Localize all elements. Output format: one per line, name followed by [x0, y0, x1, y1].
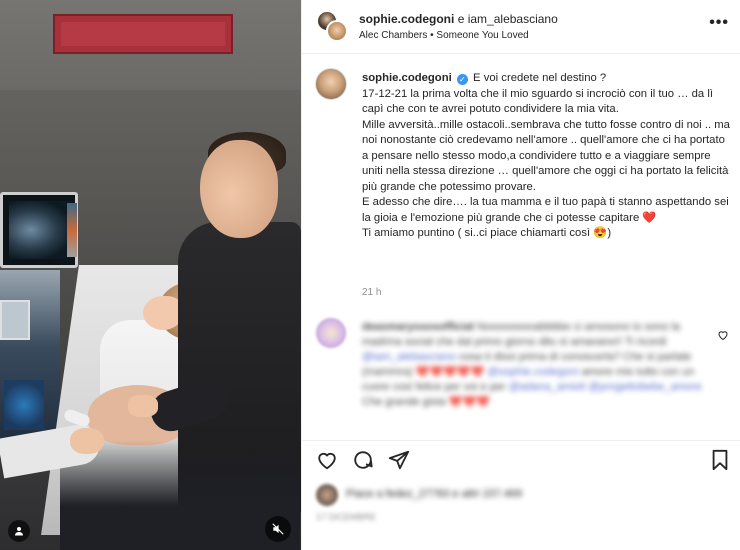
- wall-poster: [53, 14, 233, 54]
- collab-joiner: e: [457, 12, 465, 26]
- mention-link[interactable]: @adana_amioli @progettobebe_amore: [509, 381, 702, 393]
- likes-count[interactable]: Piace a fedez_27783 e altri 157.469: [346, 488, 522, 500]
- caption-line: E adesso che dire…. la tua mamma e il tu…: [362, 196, 729, 224]
- avatar[interactable]: [316, 318, 346, 348]
- verified-badge-icon: ✓: [456, 74, 468, 85]
- heart-outline-icon[interactable]: [316, 449, 340, 473]
- comment-item: deasmaryssosofficial Nooooooooabbbbe ci …: [302, 310, 740, 435]
- post-authors: sophie.codegoni e iam_alebasciano: [359, 12, 558, 26]
- caption-line: 17-12-21 la prima volta che il mio sguar…: [362, 87, 713, 116]
- user-tag-icon[interactable]: [8, 520, 30, 542]
- share-icon[interactable]: [388, 449, 412, 473]
- heart-outline-icon[interactable]: [717, 328, 729, 346]
- ultrasound-monitor: [0, 192, 78, 268]
- comment-icon[interactable]: [352, 449, 376, 473]
- muted-speaker-icon[interactable]: [265, 516, 291, 542]
- more-horizontal-icon[interactable]: •••: [709, 14, 729, 32]
- comment-text: deasmaryssosofficial Nooooooooabbbbe ci …: [362, 320, 702, 410]
- bookmark-icon[interactable]: [709, 449, 733, 473]
- comment-username[interactable]: deasmaryssosofficial: [362, 321, 474, 333]
- mention-link[interactable]: @iam_alebasciano: [362, 351, 456, 363]
- caption-text: sophie.codegoni ✓ E voi credete nel dest…: [362, 71, 732, 242]
- woman-face: [143, 296, 183, 330]
- doctor-hand: [70, 428, 104, 454]
- mention-link[interactable]: @sophie.codegoni: [487, 366, 578, 378]
- avatar[interactable]: [326, 20, 348, 42]
- post-caption: sophie.codegoni ✓ E voi credete nel dest…: [302, 55, 740, 305]
- avatar[interactable]: [316, 69, 346, 99]
- collab-avatars[interactable]: [316, 10, 350, 44]
- caption-line: Mille avversità..mille ostacoli..sembrav…: [362, 118, 730, 193]
- post-timestamp: 21 h: [362, 287, 382, 298]
- hand: [128, 395, 158, 417]
- post-date: 17 DICEMBRE: [316, 512, 377, 522]
- audio-attribution[interactable]: Alec Chambers • Someone You Loved: [359, 30, 529, 41]
- caption-line: Ti amiamo puntino ( si..ci piace chiamar…: [362, 227, 612, 239]
- caption-line: E voi credete nel destino ?: [473, 72, 607, 84]
- comment-fragment: Che grande gioia: [362, 396, 449, 408]
- post-header: sophie.codegoni e iam_alebasciano Alec C…: [302, 0, 740, 54]
- heart-emojis: ❤️❤️❤️❤️❤️: [415, 366, 485, 378]
- post-media-video[interactable]: [0, 0, 301, 550]
- man-face: [200, 140, 278, 238]
- floor-shadow: [60, 440, 300, 550]
- likes-summary: Piace a fedez_27783 e altri 157.469: [302, 478, 740, 508]
- post-details-panel: sophie.codegoni e iam_alebasciano Alec C…: [301, 0, 740, 550]
- avatar[interactable]: [316, 484, 338, 506]
- heart-emojis: ❤️❤️❤️: [448, 396, 490, 408]
- author-username[interactable]: sophie.codegoni: [359, 12, 454, 26]
- collaborator-username[interactable]: iam_alebasciano: [468, 12, 558, 26]
- caption-username[interactable]: sophie.codegoni: [362, 72, 452, 84]
- post-actions-bar: [302, 440, 740, 476]
